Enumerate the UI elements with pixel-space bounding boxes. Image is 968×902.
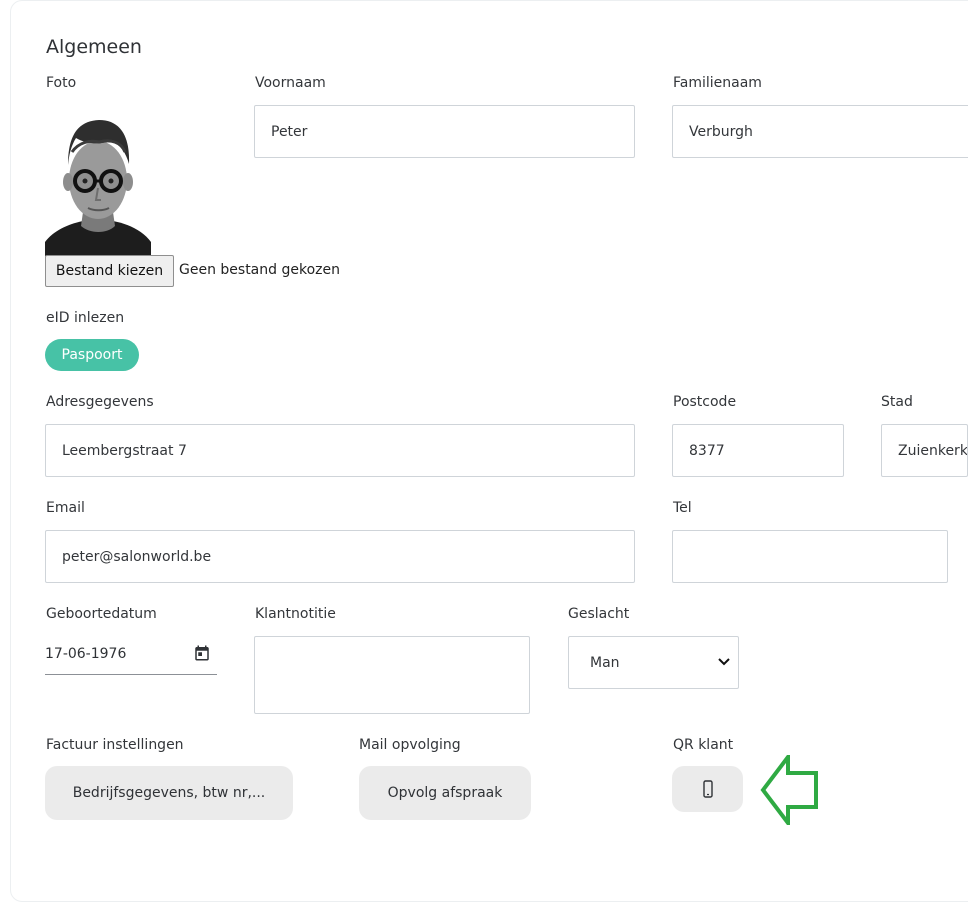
client-note-label: Klantnotitie [255,606,336,622]
address-input[interactable]: Leembergstraat 7 [45,424,635,477]
green-left-arrow-icon [760,755,818,825]
city-label: Stad [881,394,913,410]
profile-photo [45,110,151,256]
first-name-label: Voornaam [255,75,326,91]
gender-label: Geslacht [568,606,630,622]
mobile-phone-icon [702,780,713,798]
city-value: Zuienkerk [898,442,968,459]
first-name-value: Peter [271,123,308,140]
section-title: Algemeen [46,36,142,58]
eid-label: eID inlezen [46,310,125,326]
qr-client-button[interactable] [672,766,743,812]
company-details-button[interactable]: Bedrijfsgegevens, btw nr,... [45,766,293,820]
address-value: Leembergstraat 7 [62,442,187,459]
gender-select[interactable]: Man [568,636,739,689]
email-input[interactable]: peter@salonworld.be [45,530,635,583]
address-label: Adresgegevens [46,394,154,410]
postcode-input[interactable]: 8377 [672,424,844,477]
choose-file-button[interactable]: Bestand kiezen [45,255,174,287]
postcode-value: 8377 [689,442,725,459]
birthdate-label: Geboortedatum [46,606,157,622]
passport-button[interactable]: Paspoort [45,339,139,371]
phone-label: Tel [673,500,692,516]
gender-value: Man [590,654,620,671]
file-status-text: Geen bestand gekozen [179,262,340,278]
calendar-icon[interactable] [193,644,211,662]
email-label: Email [46,500,85,516]
qr-client-label: QR klant [673,737,734,753]
followup-appointment-button[interactable]: Opvolg afspraak [359,766,531,820]
last-name-label: Familienaam [673,75,762,91]
client-note-textarea[interactable] [254,636,530,714]
phone-input[interactable] [672,530,948,583]
chevron-down-icon [718,658,730,666]
postcode-label: Postcode [673,394,737,410]
mail-followup-label: Mail opvolging [359,737,461,753]
last-name-input[interactable]: Verburgh [672,105,968,158]
email-value: peter@salonworld.be [62,548,212,565]
photo-label: Foto [46,75,77,91]
invoice-settings-label: Factuur instellingen [46,737,184,753]
city-input[interactable]: Zuienkerk [881,424,968,477]
birthdate-input[interactable]: 17-06-1976 [45,636,217,675]
first-name-input[interactable]: Peter [254,105,635,158]
last-name-value: Verburgh [689,123,753,140]
birthdate-value: 17-06-1976 [45,646,127,662]
